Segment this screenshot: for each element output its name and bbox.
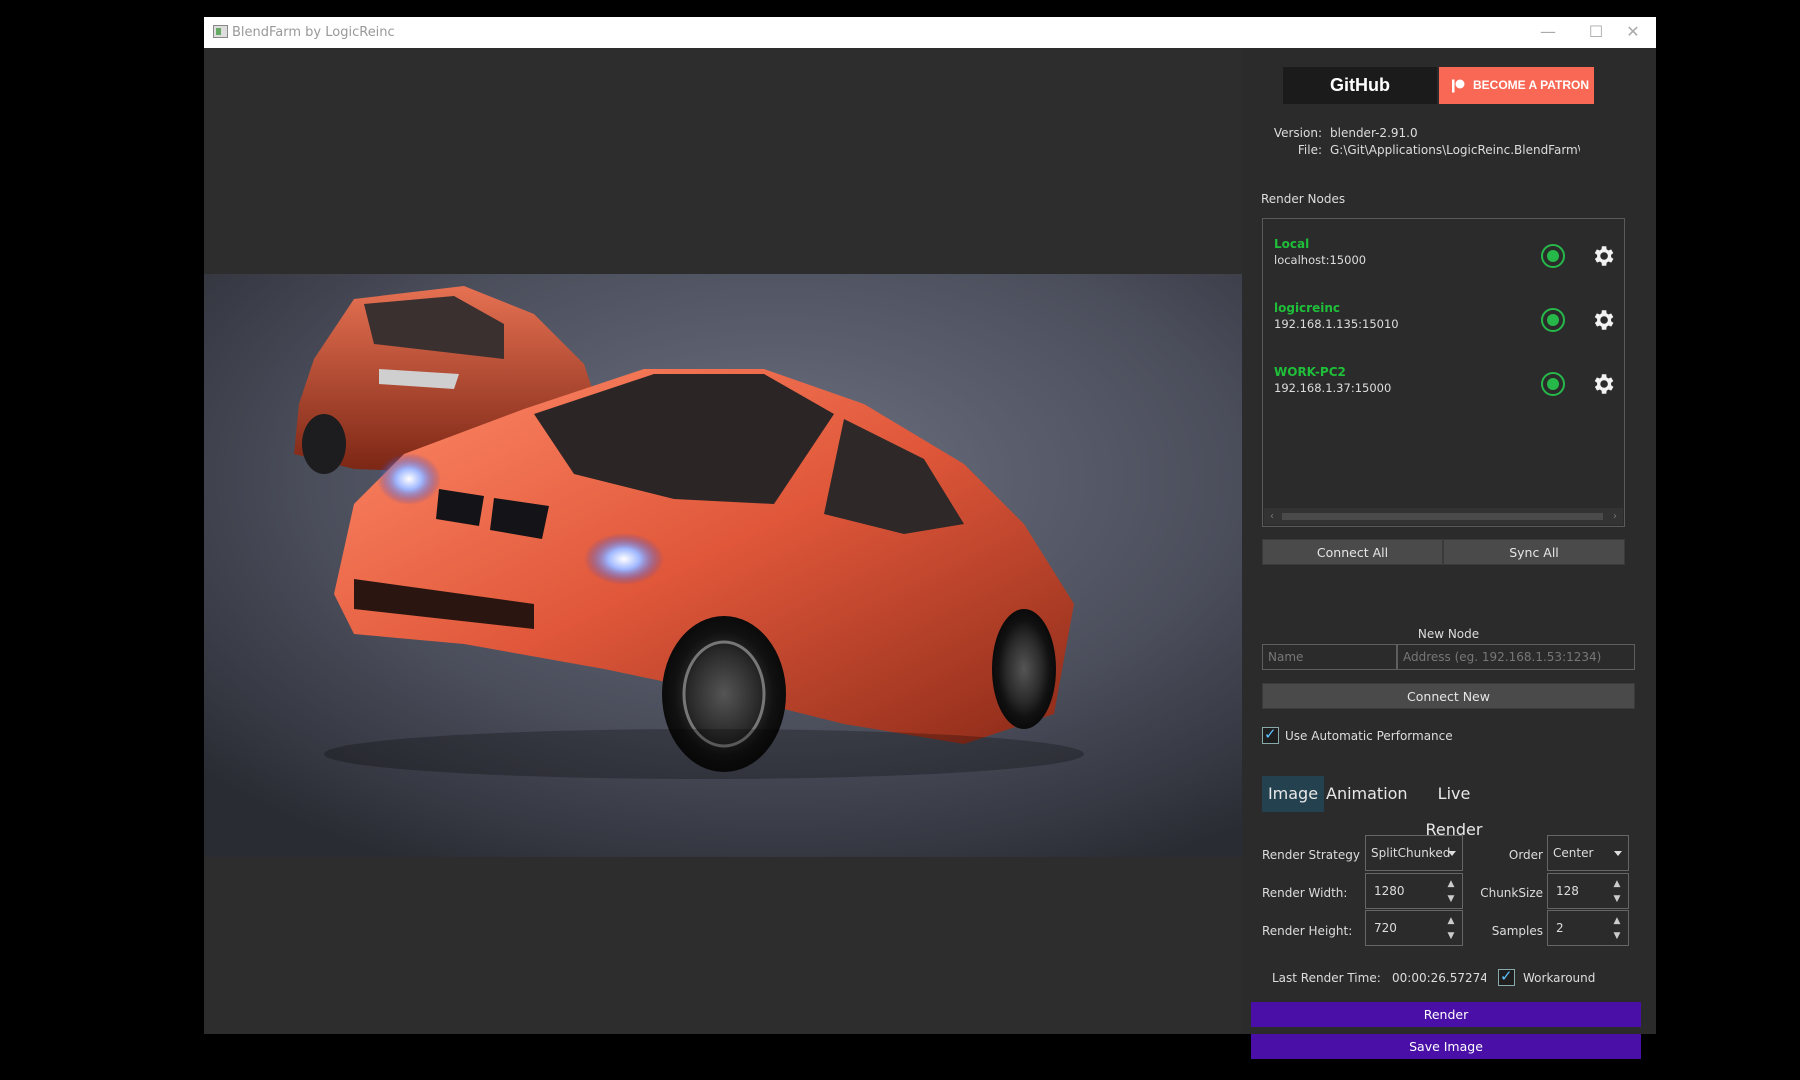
render-height-value: 720 — [1374, 921, 1397, 935]
render-strategy-value: SplitChunked — [1371, 846, 1451, 860]
node-name: Local — [1274, 237, 1310, 251]
decrement-icon[interactable]: ▼ — [1612, 894, 1622, 904]
sync-all-button[interactable]: Sync All — [1443, 539, 1625, 565]
chunk-size-label: ChunkSize — [1480, 886, 1543, 900]
chunk-size-value: 128 — [1556, 884, 1579, 898]
node-item-work-pc2[interactable]: WORK-PC2 192.168.1.37:15000 — [1274, 365, 1614, 405]
chevron-down-icon — [1448, 851, 1456, 856]
decrement-icon[interactable]: ▼ — [1446, 894, 1456, 904]
last-render-time-label: Last Render Time: — [1272, 971, 1381, 985]
version-value: blender-2.91.0 — [1330, 126, 1418, 140]
app-icon — [213, 25, 228, 38]
auto-performance-label: Use Automatic Performance — [1285, 729, 1453, 743]
last-render-time-value: 00:00:26.5727438 — [1392, 971, 1486, 985]
chevron-down-icon — [1614, 851, 1622, 856]
increment-icon[interactable]: ▲ — [1446, 879, 1456, 889]
render-viewport — [204, 48, 1242, 1034]
save-image-button[interactable]: Save Image — [1251, 1034, 1641, 1059]
car-render-image — [204, 274, 1242, 857]
scroll-right-icon[interactable]: › — [1607, 508, 1623, 525]
render-strategy-select[interactable]: SplitChunked — [1365, 835, 1463, 871]
new-node-label: New Node — [1417, 627, 1480, 641]
node-address-input[interactable]: Address (eg. 192.168.1.53:1234) — [1397, 644, 1635, 670]
render-height-label: Render Height: — [1262, 924, 1353, 938]
render-nodes-label: Render Nodes — [1261, 192, 1346, 206]
increment-icon[interactable]: ▲ — [1446, 916, 1456, 926]
node-address: localhost:15000 — [1274, 253, 1367, 267]
node-item-local[interactable]: Local localhost:15000 — [1274, 237, 1614, 277]
minimize-button[interactable]: — — [1528, 19, 1568, 45]
render-height-stepper[interactable]: 720 ▲ ▼ — [1365, 910, 1463, 946]
increment-icon[interactable]: ▲ — [1612, 916, 1622, 926]
connect-all-button[interactable]: Connect All — [1262, 539, 1443, 565]
connect-new-button[interactable]: Connect New — [1262, 683, 1635, 709]
workaround-checkbox[interactable] — [1498, 967, 1515, 986]
version-label: Version: — [1273, 126, 1322, 140]
node-address: 192.168.1.37:15000 — [1274, 381, 1392, 395]
increment-icon[interactable]: ▲ — [1612, 879, 1622, 889]
samples-value: 2 — [1556, 921, 1564, 935]
connected-status-icon — [1541, 372, 1565, 396]
gear-icon[interactable] — [1590, 243, 1616, 269]
chunk-size-stepper[interactable]: 128 ▲ ▼ — [1547, 873, 1629, 909]
horizontal-scrollbar[interactable]: ‹ › — [1264, 508, 1623, 525]
patreon-button[interactable]: BECOME A PATRON — [1439, 67, 1594, 104]
decrement-icon[interactable]: ▼ — [1612, 931, 1622, 941]
file-label: File: — [1297, 143, 1322, 157]
node-item-logicreinc[interactable]: logicreinc 192.168.1.135:15010 — [1274, 301, 1614, 341]
render-width-value: 1280 — [1374, 884, 1405, 898]
order-select[interactable]: Center — [1547, 835, 1629, 871]
tab-image[interactable]: Image — [1262, 776, 1324, 812]
tab-animation[interactable]: Animation — [1326, 776, 1408, 812]
render-width-label: Render Width: — [1262, 886, 1348, 900]
render-width-stepper[interactable]: 1280 ▲ ▼ — [1365, 873, 1463, 909]
node-name: logicreinc — [1274, 301, 1340, 315]
samples-stepper[interactable]: 2 ▲ ▼ — [1547, 910, 1629, 946]
samples-label: Samples — [1491, 924, 1543, 938]
settings-panel: GitHub BECOME A PATRON Version: blender-… — [1242, 48, 1656, 1059]
gear-icon[interactable] — [1590, 371, 1616, 397]
order-value: Center — [1553, 846, 1594, 860]
decrement-icon[interactable]: ▼ — [1446, 931, 1456, 941]
patreon-label: BECOME A PATRON — [1473, 78, 1589, 92]
close-button[interactable]: ✕ — [1613, 19, 1653, 45]
window-title: BlendFarm by LogicReinc — [232, 25, 395, 40]
rendered-image — [204, 274, 1242, 857]
render-strategy-label: Render Strategy — [1262, 848, 1360, 862]
connected-status-icon — [1541, 308, 1565, 332]
file-value: G:\Git\Applications\LogicReinc.BlendFarm… — [1330, 143, 1580, 157]
workaround-label: Workaround — [1523, 971, 1596, 985]
gear-icon[interactable] — [1590, 307, 1616, 333]
auto-performance-checkbox[interactable] — [1262, 725, 1279, 744]
tab-live-render[interactable]: Live Render — [1408, 776, 1500, 839]
render-button[interactable]: Render — [1251, 1002, 1641, 1027]
github-button[interactable]: GitHub — [1283, 67, 1437, 104]
app-window: BlendFarm by LogicReinc — ☐ ✕ GitHub BEC… — [204, 17, 1656, 1059]
maximize-button[interactable]: ☐ — [1576, 19, 1616, 45]
title-bar: BlendFarm by LogicReinc — ☐ ✕ — [204, 17, 1656, 48]
node-name-input[interactable]: Name — [1262, 644, 1397, 670]
node-name: WORK-PC2 — [1274, 365, 1346, 379]
scroll-left-icon[interactable]: ‹ — [1264, 508, 1280, 525]
scrollbar-thumb[interactable] — [1282, 513, 1603, 520]
patreon-icon — [1452, 79, 1465, 93]
node-address: 192.168.1.135:15010 — [1274, 317, 1399, 331]
order-label: Order — [1508, 848, 1543, 862]
connected-status-icon — [1541, 244, 1565, 268]
render-node-list[interactable]: Local localhost:15000 logicreinc 192.168… — [1262, 218, 1625, 527]
